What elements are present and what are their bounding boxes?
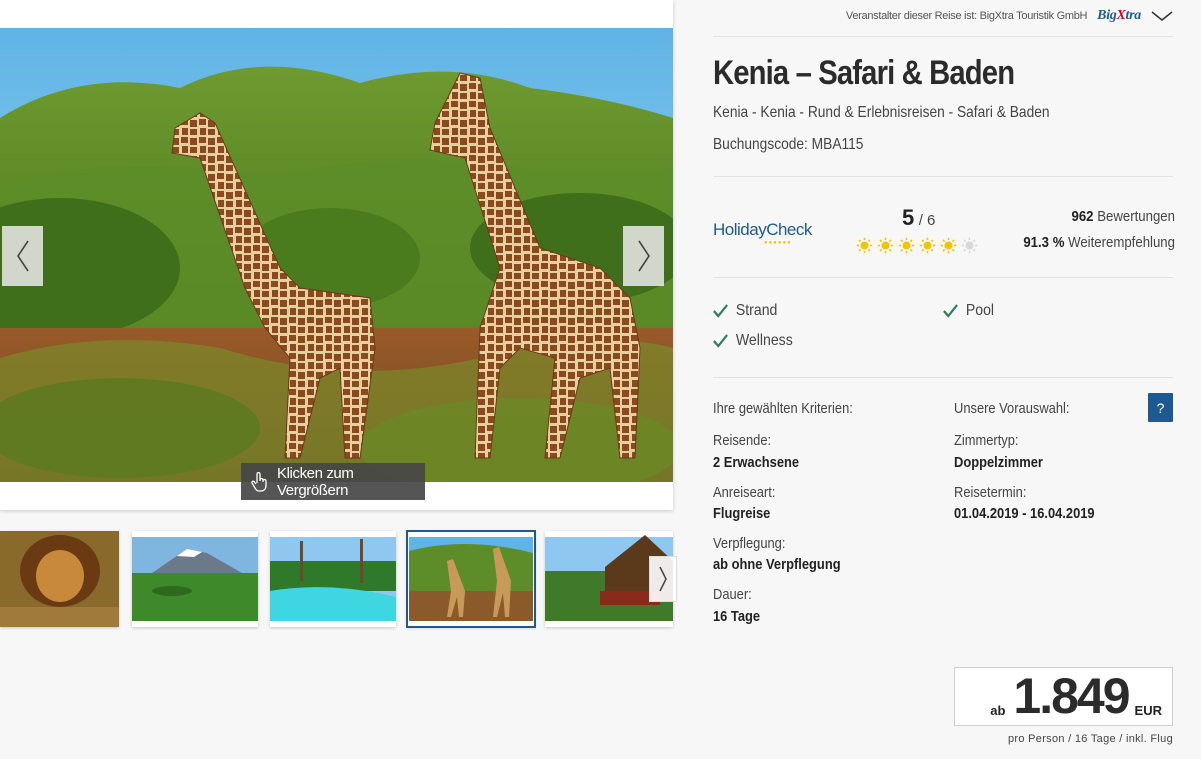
- offer-title: Kenia – Safari & Baden: [713, 54, 1015, 92]
- hand-pointer-icon: [251, 471, 269, 492]
- price-prefix: ab: [990, 703, 1006, 718]
- rating-max: / 6: [918, 212, 936, 229]
- breadcrumb: Kenia - Kenia - Rund & Erlebnisreisen - …: [713, 104, 1050, 121]
- recommend-pct: 91.3 %: [1023, 234, 1065, 251]
- holidaycheck-logo[interactable]: HolidayCheck: [713, 220, 812, 240]
- feature-wellness: Wellness: [713, 332, 793, 350]
- rating-score: 5: [902, 205, 915, 230]
- booking-code: Buchungscode: MBA115: [713, 136, 864, 153]
- room-value: Doppelzimmer: [954, 454, 1043, 471]
- next-image-button[interactable]: [623, 226, 664, 286]
- sun-filled-icon: [856, 237, 873, 259]
- giraffes-photo: [0, 28, 673, 482]
- logo-x: X: [1116, 8, 1126, 23]
- thumb-lion[interactable]: [0, 531, 119, 627]
- logo-suffix: tra: [1125, 8, 1142, 23]
- sun-rating: [856, 237, 978, 259]
- travelers-value: 2 Erwachsene: [713, 454, 800, 471]
- thumb-giraffes[interactable]: [406, 530, 536, 628]
- duration-label: Dauer:: [713, 586, 752, 603]
- arrival-value: Flugreise: [713, 505, 771, 522]
- feature-label: Pool: [965, 302, 995, 319]
- feature-label: Strand: [735, 302, 778, 319]
- logo-prefix: Big: [1097, 8, 1117, 23]
- board-value: ab ohne Verpflegung: [713, 556, 841, 573]
- feature-label: Wellness: [735, 332, 793, 349]
- reviews-count: 962: [1071, 208, 1094, 225]
- room-label: Zimmertyp:: [954, 432, 1019, 449]
- enlarge-label: Klicken zum Vergrößern: [277, 464, 354, 499]
- duration-value: 16 Tage: [713, 608, 761, 625]
- sun-empty-icon: [961, 237, 978, 259]
- thumbnail-strip: [0, 530, 673, 628]
- price-box: ab 1.849 EUR: [954, 667, 1173, 726]
- operator-expand-button[interactable]: [1151, 10, 1173, 22]
- price-currency: EUR: [1134, 703, 1162, 718]
- feature-pool: Pool: [943, 302, 994, 320]
- holidaycheck-logo-dots: ●●●●●●: [764, 240, 792, 246]
- divider: [713, 377, 1173, 378]
- offer-page: Klicken zum Vergrößern Veranstalter dies…: [0, 0, 1201, 759]
- rating: 5 / 6: [902, 205, 935, 231]
- chevron-right-icon: [637, 240, 650, 272]
- sun-filled-icon: [919, 237, 936, 259]
- check-icon: [943, 304, 958, 318]
- check-icon: [713, 334, 728, 348]
- chevron-right-icon: [659, 566, 667, 592]
- board-label: Verpflegung:: [713, 535, 786, 552]
- price-amount: 1.849: [1013, 668, 1130, 724]
- sun-filled-icon: [898, 237, 915, 259]
- bigxtra-logo: BigXtra: [1097, 8, 1141, 24]
- arrival-label: Anreiseart:: [713, 484, 776, 501]
- reviews-label: Bewertungen: [1097, 208, 1175, 225]
- thumb-kilimanjaro[interactable]: [132, 531, 258, 627]
- date-label: Reisetermin:: [954, 484, 1027, 501]
- main-image-giraffes[interactable]: [0, 28, 673, 482]
- sun-filled-icon: [877, 237, 894, 259]
- review-stats: 962 Bewertungen 91.3 % Weiterempfehlung: [1021, 208, 1175, 260]
- next-thumbnails-button[interactable]: [649, 556, 677, 602]
- preselection-heading: Unsere Vorauswahl:: [954, 400, 1070, 417]
- date-value: 01.04.2019 - 16.04.2019: [954, 505, 1095, 522]
- criteria-heading: Ihre gewählten Kriterien:: [713, 400, 853, 417]
- prev-image-button[interactable]: [2, 226, 43, 286]
- operator-line: Veranstalter dieser Reise ist: BigXtra T…: [800, 6, 1173, 26]
- recommend-label: Weiterempfehlung: [1068, 234, 1175, 251]
- travelers-label: Reisende:: [713, 432, 772, 449]
- sun-filled-icon: [940, 237, 957, 259]
- price-note: pro Person / 16 Tage / inkl. Flug: [1007, 733, 1173, 745]
- thumb-pool[interactable]: [270, 531, 396, 627]
- divider: [713, 36, 1173, 37]
- divider: [713, 176, 1173, 177]
- chevron-down-icon: [1151, 11, 1173, 21]
- enlarge-image-button[interactable]: Klicken zum Vergrößern: [241, 463, 425, 500]
- check-icon: [713, 304, 728, 318]
- feature-strand: Strand: [713, 302, 777, 320]
- chevron-left-icon: [16, 240, 29, 272]
- operator-label: Veranstalter dieser Reise ist: BigXtra T…: [845, 10, 1088, 22]
- help-button[interactable]: ?: [1148, 393, 1173, 422]
- divider: [713, 277, 1173, 278]
